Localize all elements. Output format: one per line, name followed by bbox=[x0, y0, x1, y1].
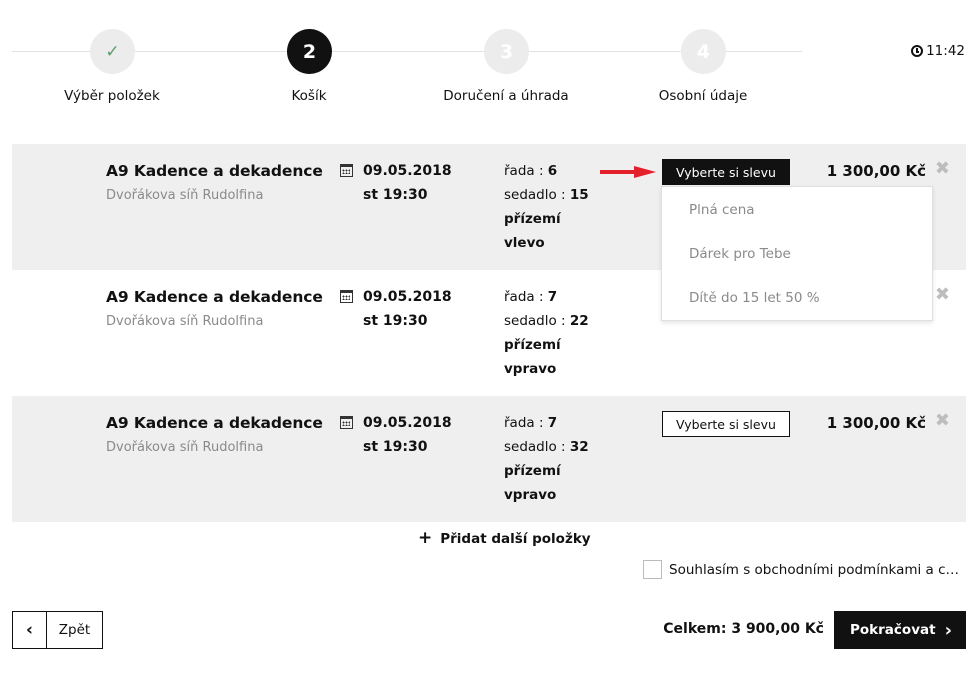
stepper-line bbox=[134, 51, 288, 52]
seat-side: vpravo bbox=[504, 487, 557, 503]
continue-button[interactable]: Pokračovat › bbox=[834, 611, 966, 649]
terms-checkbox[interactable] bbox=[643, 560, 662, 579]
seat-section: přízemí bbox=[504, 211, 561, 227]
seat-number: sedadlo : 22 bbox=[504, 313, 589, 329]
calendar-icon bbox=[340, 290, 353, 303]
cart-total: Celkem: 3 900,00 Kč bbox=[663, 621, 824, 637]
item-price: 1 300,00 Kč bbox=[826, 414, 926, 432]
remove-item-icon[interactable]: ✖ bbox=[935, 410, 950, 431]
event-venue: Dvořákova síň Rudolfina bbox=[106, 440, 264, 455]
step-2-label: Košík bbox=[291, 88, 327, 104]
discount-option-gift[interactable]: Dárek pro Tebe bbox=[662, 232, 932, 276]
clock-icon bbox=[911, 45, 924, 57]
discount-select-button[interactable]: Vyberte si slevu bbox=[662, 159, 790, 185]
terms-label[interactable]: Souhlasím s obchodními podmínkami a chci… bbox=[669, 562, 967, 578]
event-date: 09.05.2018 bbox=[363, 289, 452, 305]
discount-option-full-price[interactable]: Plná cena bbox=[662, 188, 932, 232]
event-date: 09.05.2018 bbox=[363, 415, 452, 431]
discount-dropdown: Plná cena Dárek pro Tebe Dítě do 15 let … bbox=[661, 186, 933, 321]
stepper-line bbox=[331, 51, 485, 52]
chevron-left-icon: ‹ bbox=[13, 612, 47, 648]
checkout-stepper: ✓ 2 3 4 Výběr položek Košík Doručení a ú… bbox=[0, 0, 969, 120]
reservation-timer: 11:42 bbox=[911, 43, 965, 59]
seat-number: sedadlo : 32 bbox=[504, 439, 589, 455]
seat-row: řada : 7 bbox=[504, 415, 558, 431]
event-title: A9 Kadence a dekadence bbox=[106, 414, 323, 432]
step-3-number: 3 bbox=[484, 29, 529, 74]
seat-side: vlevo bbox=[504, 235, 545, 251]
cart-item: A9 Kadence a dekadence Dvořákova síň Rud… bbox=[12, 396, 966, 522]
chevron-right-icon: › bbox=[944, 619, 952, 641]
stepper-line bbox=[528, 51, 682, 52]
step-1-check-icon[interactable]: ✓ bbox=[90, 29, 135, 74]
step-2-number: 2 bbox=[287, 29, 332, 74]
calendar-icon bbox=[340, 164, 353, 177]
event-venue: Dvořákova síň Rudolfina bbox=[106, 314, 264, 329]
event-time: st 19:30 bbox=[363, 187, 428, 203]
add-more-items-link[interactable]: + Přidat další položky bbox=[418, 530, 591, 547]
continue-label: Pokračovat bbox=[850, 622, 936, 638]
plus-icon: + bbox=[418, 528, 433, 548]
event-time: st 19:30 bbox=[363, 439, 428, 455]
seat-row: řada : 6 bbox=[504, 163, 558, 179]
seat-number: sedadlo : 15 bbox=[504, 187, 589, 203]
event-venue: Dvořákova síň Rudolfina bbox=[106, 188, 264, 203]
stepper-line bbox=[12, 51, 91, 52]
seat-section: přízemí bbox=[504, 463, 561, 479]
terms-agreement: Souhlasím s obchodními podmínkami a chci… bbox=[643, 560, 967, 579]
red-arrow-icon bbox=[600, 166, 656, 178]
back-label: Zpět bbox=[58, 622, 91, 638]
back-button[interactable]: ‹ Zpět bbox=[12, 611, 103, 649]
seat-side: vpravo bbox=[504, 361, 557, 377]
event-title: A9 Kadence a dekadence bbox=[106, 162, 323, 180]
item-price: 1 300,00 Kč bbox=[826, 162, 926, 180]
remove-item-icon[interactable]: ✖ bbox=[935, 158, 950, 179]
discount-option-child[interactable]: Dítě do 15 let 50 % bbox=[662, 276, 932, 320]
step-1-label[interactable]: Výběr položek bbox=[64, 88, 160, 104]
seat-section: přízemí bbox=[504, 337, 561, 353]
remove-item-icon[interactable]: ✖ bbox=[935, 284, 950, 305]
calendar-icon bbox=[340, 416, 353, 429]
stepper-line bbox=[725, 51, 802, 52]
timer-value: 11:42 bbox=[926, 43, 965, 59]
step-4-label: Osobní údaje bbox=[658, 88, 748, 104]
step-4-number: 4 bbox=[681, 29, 726, 74]
step-3-label: Doručení a úhrada bbox=[443, 88, 569, 104]
event-time: st 19:30 bbox=[363, 313, 428, 329]
event-date: 09.05.2018 bbox=[363, 163, 452, 179]
add-more-label: Přidat další položky bbox=[440, 530, 591, 547]
event-title: A9 Kadence a dekadence bbox=[106, 288, 323, 306]
discount-select-button[interactable]: Vyberte si slevu bbox=[662, 411, 790, 437]
seat-row: řada : 7 bbox=[504, 289, 558, 305]
